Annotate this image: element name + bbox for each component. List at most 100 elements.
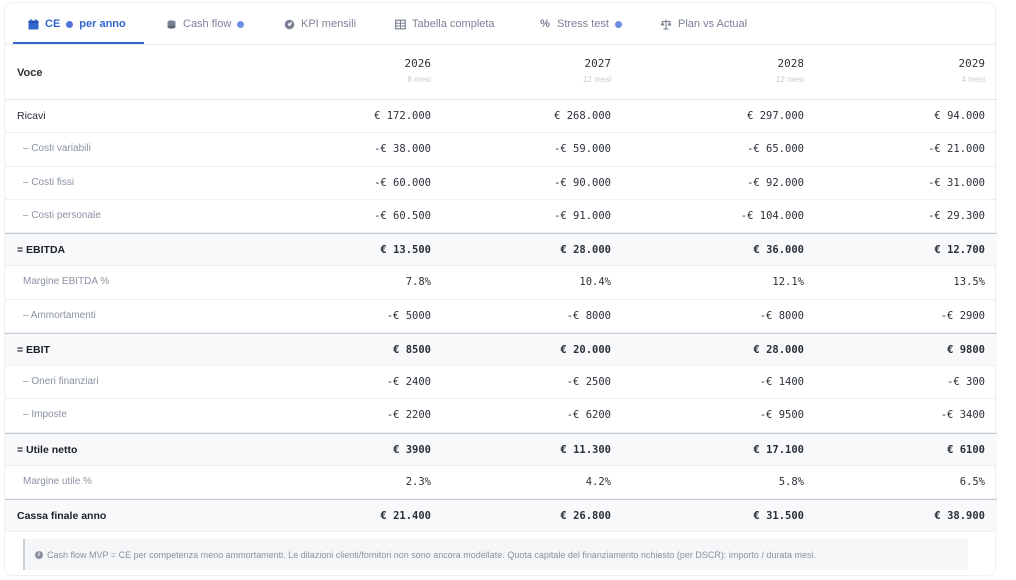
row-label: – Costi fissi [23,176,75,188]
table-icon [394,18,406,30]
row-label: – Costi variabili [23,143,91,155]
column-header-voce: Voce [17,67,43,79]
cell-value: -€ 59.000 [554,143,611,156]
cell-value: -€ 21.000 [928,143,985,156]
tab-plan-vs-actual[interactable]: Plan vs Actual [660,3,747,45]
tab-cash-flow[interactable]: Cash flow [165,3,245,45]
income-statement-card: CE per anno Cash flow KPI mensili Tabell… [4,2,997,576]
cell-value: -€ 60.500 [374,209,431,222]
year-label: 2029 [958,57,986,70]
cell-value: -€ 2200 [386,409,431,422]
cell-value: 6.5% [959,475,985,488]
cell-value: -€ 90.000 [554,176,611,189]
cell-value: -€ 2400 [386,376,431,388]
coins-icon [165,18,177,30]
table-row: – Costi fissi -€ 60.000 -€ 90.000 -€ 92.000… [5,167,997,200]
row-label: – Imposte [23,409,67,421]
cell-value: -€ 92.000 [747,176,804,189]
cell-value: € 12.700 [934,244,985,256]
cell-value: 10.4% [579,276,611,289]
row-label: = EBITDA [17,244,66,256]
table-row: Margine utile % 2.3% 4.2% 5.8% 6.5% [5,466,997,499]
column-header-year: 2028 12 mesi [704,57,804,84]
tab-label: Cash flow [183,18,232,30]
info-note: i Cash flow MVP = CE per competenza meno… [23,539,968,570]
tab-label: CE [45,18,61,30]
scales-icon [660,18,672,30]
cell-value: -€ 60.000 [374,176,431,189]
cell-value: -€ 29.300 [928,209,985,222]
cell-value: € 268.000 [554,110,611,122]
column-header-year: 2029 4 mesi [885,57,986,84]
cell-value: -€ 91.000 [554,209,611,222]
row-label: Margine utile % [23,475,92,487]
column-header-year: 2026 8 mesi [331,57,432,84]
table-row: = EBIT € 8500 € 20.000 € 28.000 € 9800 [5,332,997,366]
row-label: – Ammortamenti [23,309,96,321]
row-label: – Oneri finanziari [23,376,99,387]
cell-value: € 297.000 [747,110,804,122]
cell-value: 4.2% [585,475,611,488]
cell-value: 2.3% [405,475,431,488]
year-label: 2026 [404,57,432,70]
tab-bar: CE per anno Cash flow KPI mensili Tabell… [5,3,997,45]
cell-value: € 31.500 [753,510,804,522]
info-note-text: Cash flow MVP = CE per competenza meno a… [47,549,816,560]
table-row: – Costi variabili -€ 38.000 -€ 59.000 -€ 65… [5,133,997,167]
months-label: 4 mesi [961,75,985,84]
row-label: Cassa finale anno [17,510,107,522]
cell-value: € 21.400 [380,510,431,522]
cell-value: € 13.500 [380,244,431,256]
tab-label: Tabella completa [412,18,495,30]
cell-value: -€ 8000 [759,309,804,322]
table-row: Cassa finale anno € 21.400 € 26.800 € 31.50… [5,499,997,533]
cell-value: -€ 5000 [386,309,431,322]
cell-value: -€ 65.000 [747,143,804,156]
table-row: Margine EBITDA % 7.8% 10.4% 12.1% 13.5% [5,266,997,300]
column-header-year: 2027 12 mesi [511,57,611,84]
cell-value: -€ 2500 [566,376,611,388]
cell-value: € 36.000 [753,244,804,256]
row-label: Margine EBITDA % [23,276,110,288]
table-row: = Utile netto € 3900 € 11.300 € 17.100 € 610… [5,432,997,466]
cell-value: € 94.000 [934,110,985,122]
row-label: – Costi personale [23,209,101,221]
tab-label: Plan vs Actual [678,18,748,30]
tab-tabella-completa[interactable]: Tabella completa [394,3,495,45]
cell-value: -€ 1400 [759,376,804,388]
year-label: 2028 [777,57,805,70]
info-icon[interactable] [614,20,622,28]
cell-value: € 6100 [947,443,985,456]
cell-value: -€ 31.000 [928,176,985,189]
calendar-icon [27,18,39,30]
cell-value: € 11.300 [560,443,611,456]
cell-value: -€ 300 [947,376,985,388]
info-icon[interactable] [66,20,74,28]
tab-label: Stress test [557,18,609,30]
cell-value: -€ 104.000 [740,209,804,222]
info-icon[interactable] [237,20,245,28]
tab-label: KPI mensili [301,18,357,30]
percent-icon: % [540,18,550,30]
months-label: 12 mesi [775,75,804,84]
table-header: Voce 2026 8 mesi 2027 12 mesi 2028 12 me… [5,46,997,100]
cell-value: 13.5% [953,276,985,289]
cell-value: -€ 2900 [940,309,985,322]
active-tab-indicator [13,42,144,44]
cell-value: € 28.000 [560,244,611,256]
tab-kpi-mensili[interactable]: KPI mensili [283,3,356,45]
tab-ce-per-anno[interactable]: CE per anno [27,3,126,45]
tab-stress-test[interactable]: % Stress test [539,3,622,45]
months-label: 8 mesi [407,75,431,84]
gauge-icon [283,18,295,30]
row-label: Ricavi [17,110,46,122]
cell-value: € 26.800 [560,510,611,522]
cell-value: -€ 3400 [940,409,985,422]
table-row: – Imposte -€ 2200 -€ 6200 -€ 9500 -€ 3400 [5,399,997,433]
cell-value: € 172.000 [374,110,431,122]
year-label: 2027 [584,57,612,70]
cell-value: € 20.000 [560,343,611,356]
cell-value: € 28.000 [753,343,804,356]
cell-value: € 38.900 [934,510,985,522]
cell-value: € 9800 [947,343,985,356]
